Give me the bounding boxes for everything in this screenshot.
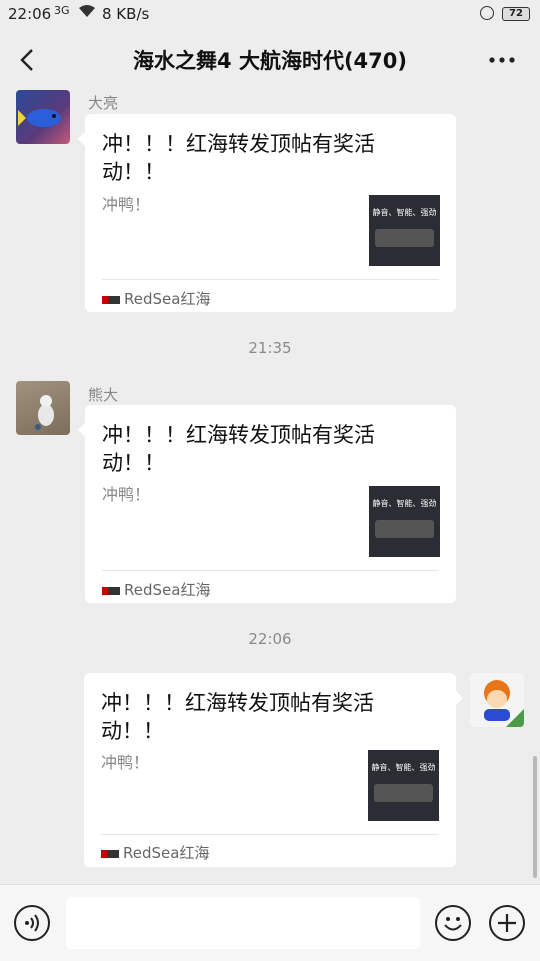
scrollbar[interactable]	[533, 756, 537, 878]
link-card[interactable]: 冲！！！红海转发顶帖有奖活动！！ 冲鸭！ 静音、智能、强劲 RedSea红海	[78, 405, 456, 603]
smiley-icon	[444, 917, 462, 931]
card-description: 冲鸭！	[102, 485, 151, 504]
card-divider	[102, 570, 439, 571]
battery-icon: 72	[502, 7, 530, 21]
card-thumbnail: 静音、智能、强劲	[369, 486, 440, 557]
card-divider	[102, 279, 439, 280]
sender-name: 大亮	[88, 94, 119, 112]
sender-name: 熊大	[88, 386, 119, 404]
card-thumbnail: 静音、智能、强劲	[368, 750, 439, 821]
card-thumbnail: 静音、智能、强劲	[369, 195, 440, 266]
network-speed: 8 KB/s	[102, 5, 150, 23]
cartoon-avatar-icon	[484, 680, 524, 727]
card-source: RedSea红海	[102, 288, 210, 309]
bubble-arrow	[456, 691, 463, 705]
avatar[interactable]	[16, 90, 70, 144]
avatar[interactable]	[16, 381, 70, 435]
card-description: 冲鸭！	[101, 753, 150, 772]
title-bar: 海水之舞4 大航海时代(470)	[0, 28, 540, 92]
card-title: 冲！！！红海转发顶帖有奖活动！！	[102, 423, 375, 475]
signal-icon: 3G	[54, 4, 70, 17]
source-name: RedSea红海	[123, 844, 210, 862]
plus-icon	[498, 914, 516, 932]
bubble-arrow	[78, 423, 85, 437]
more-dots-icon	[489, 57, 515, 63]
status-bar: 22:06 3G 8 KB/s 72	[0, 0, 540, 28]
more-button[interactable]	[486, 44, 518, 76]
emoji-button[interactable]	[435, 905, 471, 941]
source-name: RedSea红海	[124, 581, 211, 599]
voice-icon	[25, 914, 39, 932]
card-divider	[101, 834, 439, 835]
redsea-logo-icon	[102, 586, 120, 595]
input-bar	[0, 884, 540, 961]
thumbnail-text: 静音、智能、强劲	[372, 499, 437, 508]
alarm-icon	[480, 6, 494, 20]
status-time: 22:06	[8, 5, 52, 23]
thumbnail-text: 静音、智能、强劲	[371, 763, 436, 772]
my-avatar[interactable]	[470, 673, 524, 727]
chat-title: 海水之舞4 大航海时代(470)	[133, 49, 407, 73]
card-source: RedSea红海	[101, 842, 209, 863]
timestamp: 22:06	[248, 630, 292, 648]
more-functions-button[interactable]	[489, 905, 525, 941]
card-title: 冲！！！红海转发顶帖有奖活动！！	[101, 691, 374, 743]
redsea-logo-icon	[101, 849, 119, 858]
link-card[interactable]: 冲！！！红海转发顶帖有奖活动！！ 冲鸭！ 静音、智能、强劲 RedSea红海	[78, 114, 456, 312]
figure-icon	[35, 395, 54, 430]
link-card[interactable]: 冲！！！红海转发顶帖有奖活动！！ 冲鸭！ 静音、智能、强劲 RedSea红海	[84, 673, 463, 867]
card-title: 冲！！！红海转发顶帖有奖活动！！	[102, 132, 375, 184]
source-name: RedSea红海	[124, 290, 211, 308]
thumbnail-text: 静音、智能、强劲	[372, 208, 437, 217]
redsea-logo-icon	[102, 295, 120, 304]
wifi-icon	[78, 4, 96, 22]
voice-button[interactable]	[14, 905, 50, 941]
card-description: 冲鸭！	[102, 195, 151, 214]
bubble-arrow	[78, 132, 85, 146]
card-source: RedSea红海	[102, 579, 210, 600]
fish-icon	[18, 109, 61, 127]
message-input[interactable]	[66, 897, 420, 949]
timestamp: 21:35	[248, 339, 292, 357]
